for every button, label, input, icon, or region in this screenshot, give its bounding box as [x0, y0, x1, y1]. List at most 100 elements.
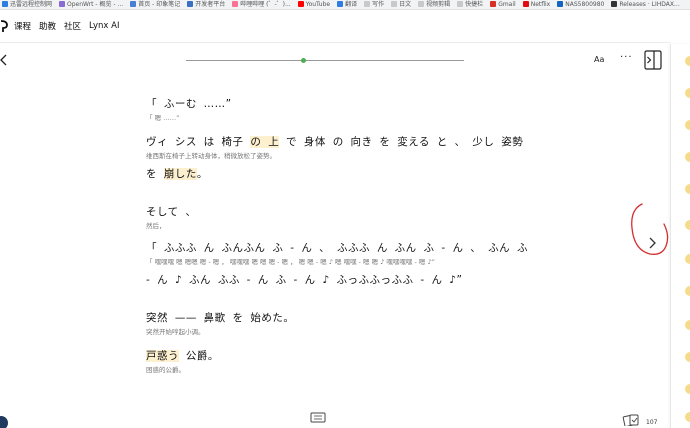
chinese-translation: 突然开始哼起小调。	[146, 328, 205, 336]
annotation-circle	[631, 203, 669, 255]
bookmark-item[interactable]: Releases · LIHDAX...	[609, 0, 684, 9]
app-nav: 课程 助教 社区 Lynx AI	[0, 14, 127, 38]
sentence-block[interactable]: 戸惑う 公爵。 困惑的公爵。	[146, 348, 219, 374]
note-marker[interactable]	[685, 184, 690, 194]
japanese-sentence[interactable]: そして 、	[146, 204, 197, 219]
flashcards-icon[interactable]	[622, 414, 642, 426]
bookmark-item[interactable]: YouTube	[296, 0, 335, 9]
more-options-button[interactable]: ···	[620, 52, 633, 63]
nav-divider	[0, 42, 670, 43]
note-marker[interactable]	[685, 286, 690, 296]
nav-item-assistant[interactable]: 助教	[39, 20, 56, 32]
sentence-block[interactable]: そして 、 然后，	[146, 204, 197, 230]
bookmark-label: OpenWrt - 概览 - ...	[67, 1, 124, 8]
bookmark-item[interactable]: 翻译	[335, 0, 362, 9]
bookmark-label: 开发者平台	[195, 1, 226, 8]
bookmark-item[interactable]: OpenWrt - 概览 - ...	[57, 0, 128, 9]
highlighted-word[interactable]: の 上	[250, 136, 280, 148]
japanese-sentence[interactable]: 突然 —— 鼻歌 を 始めた。	[146, 310, 294, 325]
bookmark-label: YouTube	[305, 1, 331, 8]
bookmarks-bar: 迅雷远程控制网 OpenWrt - 概览 - ... 首页 - 印象笔记 开发者平台 哔…	[0, 0, 690, 10]
bookmark-favicon-icon	[418, 1, 425, 7]
app-logo-icon[interactable]	[0, 19, 8, 33]
note-marker[interactable]	[685, 56, 690, 66]
nav-item-lynx-ai[interactable]: Lynx AI	[89, 21, 119, 31]
note-marker[interactable]	[685, 412, 690, 422]
sentence-block[interactable]: 「 ふーむ ……” 「 嗯 ……”	[146, 96, 232, 122]
assistant-avatar[interactable]	[0, 416, 8, 428]
bookmark-favicon-icon	[2, 1, 8, 7]
japanese-sentence[interactable]: 戸惑う 公爵。	[146, 348, 219, 363]
bookmark-item[interactable]: 写作	[362, 0, 389, 9]
note-marker[interactable]	[685, 254, 690, 264]
bookmark-item[interactable]: NAS5800980	[555, 0, 609, 9]
bookmark-favicon-icon	[130, 1, 137, 7]
chinese-translation: 困惑的公爵。	[146, 366, 185, 374]
bookmark-label: Releases · LIHDAX...	[619, 1, 680, 8]
nav-item-courses[interactable]: 课程	[14, 20, 31, 32]
bookmark-label: 视频剪辑	[426, 1, 451, 8]
bookmark-item[interactable]: 哔哩哔哩 (゜-゜)...	[230, 0, 295, 9]
bookmark-favicon-icon	[297, 1, 304, 7]
progress-fill	[186, 60, 303, 61]
bookmark-item[interactable]: 迅雷远程控制网	[0, 0, 57, 9]
note-marker[interactable]	[685, 220, 690, 230]
toggle-panel-icon[interactable]	[644, 50, 662, 70]
highlighted-word[interactable]: 崩した	[163, 168, 197, 180]
bookmark-item[interactable]: Gmail	[488, 0, 521, 9]
bookmark-label: 快捷栏	[465, 1, 484, 8]
bookmark-item[interactable]: 快捷栏	[455, 0, 488, 9]
bookmark-favicon-icon	[611, 1, 618, 7]
word-span[interactable]: 。	[197, 168, 208, 180]
sentence-block[interactable]: 「 ふふふ ん ふんふん ふ - ん 、 ふふふ ん ふん ふ - ん 、 ふん…	[146, 240, 528, 266]
chevron-right-icon	[649, 237, 656, 249]
sentence-block[interactable]: 突然 —— 鼻歌 を 始めた。 突然开始哼起小调。	[146, 310, 294, 336]
japanese-sentence[interactable]: - ん ♪ ふん ふふ - ん ふ - ん ♪ ふっふふっふふ - ん ♪”	[146, 272, 462, 287]
bookmark-label: Gmail	[498, 1, 516, 8]
chinese-translation: 维西斯在椅子上转动身体，稍微放松了姿势。	[146, 152, 276, 160]
progress-knob[interactable]	[300, 58, 306, 63]
nav-item-community[interactable]: 社区	[64, 20, 81, 32]
japanese-sentence[interactable]: 「 ふーむ ……”	[146, 96, 232, 111]
sentence-block[interactable]: ヴィ シス は 椅子 の 上 で 身体 の 向き を 変える と 、 少し 姿勢…	[146, 134, 523, 160]
bookmark-item[interactable]: 日文	[389, 0, 416, 9]
bookmark-label: 哔哩哔哩 (゜-゜)...	[240, 1, 291, 8]
reading-progress-slider[interactable]	[186, 58, 464, 63]
keyboard-icon[interactable]	[310, 412, 326, 424]
chinese-translation: 「 嗯 ……”	[146, 114, 180, 122]
bookmark-item[interactable]: 视频剪辑	[416, 0, 455, 9]
bookmark-favicon-icon	[232, 1, 239, 7]
chinese-translation: 然后，	[146, 222, 166, 230]
reader-window: 迅雷远程控制网 OpenWrt - 概览 - ... 首页 - 印象笔记 开发者平台 哔…	[0, 0, 690, 428]
word-span[interactable]: 公爵。	[179, 350, 219, 362]
word-span[interactable]: を	[146, 168, 164, 180]
japanese-sentence[interactable]: ヴィ シス は 椅子 の 上 で 身体 の 向き を 変える と 、 少し 姿勢	[146, 134, 523, 149]
japanese-sentence[interactable]: 「 ふふふ ん ふんふん ふ - ん 、 ふふふ ん ふん ふ - ん 、 ふん…	[146, 240, 528, 255]
note-marker[interactable]	[685, 320, 690, 330]
word-span[interactable]: で 身体 の 向き を 変える と 、 少し 姿勢	[279, 136, 523, 148]
bookmark-item[interactable]: 首页 - 印象笔记	[128, 0, 185, 9]
note-marker[interactable]	[685, 352, 690, 362]
font-settings-button[interactable]: Aa	[594, 55, 604, 64]
note-marker[interactable]	[685, 120, 690, 130]
japanese-sentence[interactable]: を 崩した。	[146, 166, 208, 181]
sentence-block[interactable]: - ん ♪ ふん ふふ - ん ふ - ん ♪ ふっふふっふふ - ん ♪”	[146, 272, 462, 287]
word-span[interactable]: ヴィ シス は 椅子	[146, 136, 250, 148]
back-arrow-icon[interactable]	[0, 54, 10, 66]
next-page-button[interactable]	[628, 200, 674, 258]
card-count: 107	[646, 419, 658, 426]
bookmark-label: 日文	[399, 1, 412, 8]
note-marker[interactable]	[685, 152, 690, 162]
bookmark-favicon-icon	[557, 1, 564, 7]
annotation-rail	[670, 44, 690, 428]
bookmark-favicon-icon	[457, 1, 464, 7]
bookmark-label: NAS5800980	[565, 1, 605, 8]
sentence-block[interactable]: を 崩した。	[146, 166, 208, 181]
note-marker[interactable]	[685, 384, 690, 394]
bookmark-item[interactable]: Netflix	[521, 0, 556, 9]
bookmark-item[interactable]: 开发者平台	[185, 0, 230, 9]
highlighted-word[interactable]: 戸惑う	[146, 350, 179, 362]
bookmark-favicon-icon	[337, 1, 344, 7]
bookmark-favicon-icon	[522, 1, 529, 7]
note-marker[interactable]	[685, 88, 690, 98]
